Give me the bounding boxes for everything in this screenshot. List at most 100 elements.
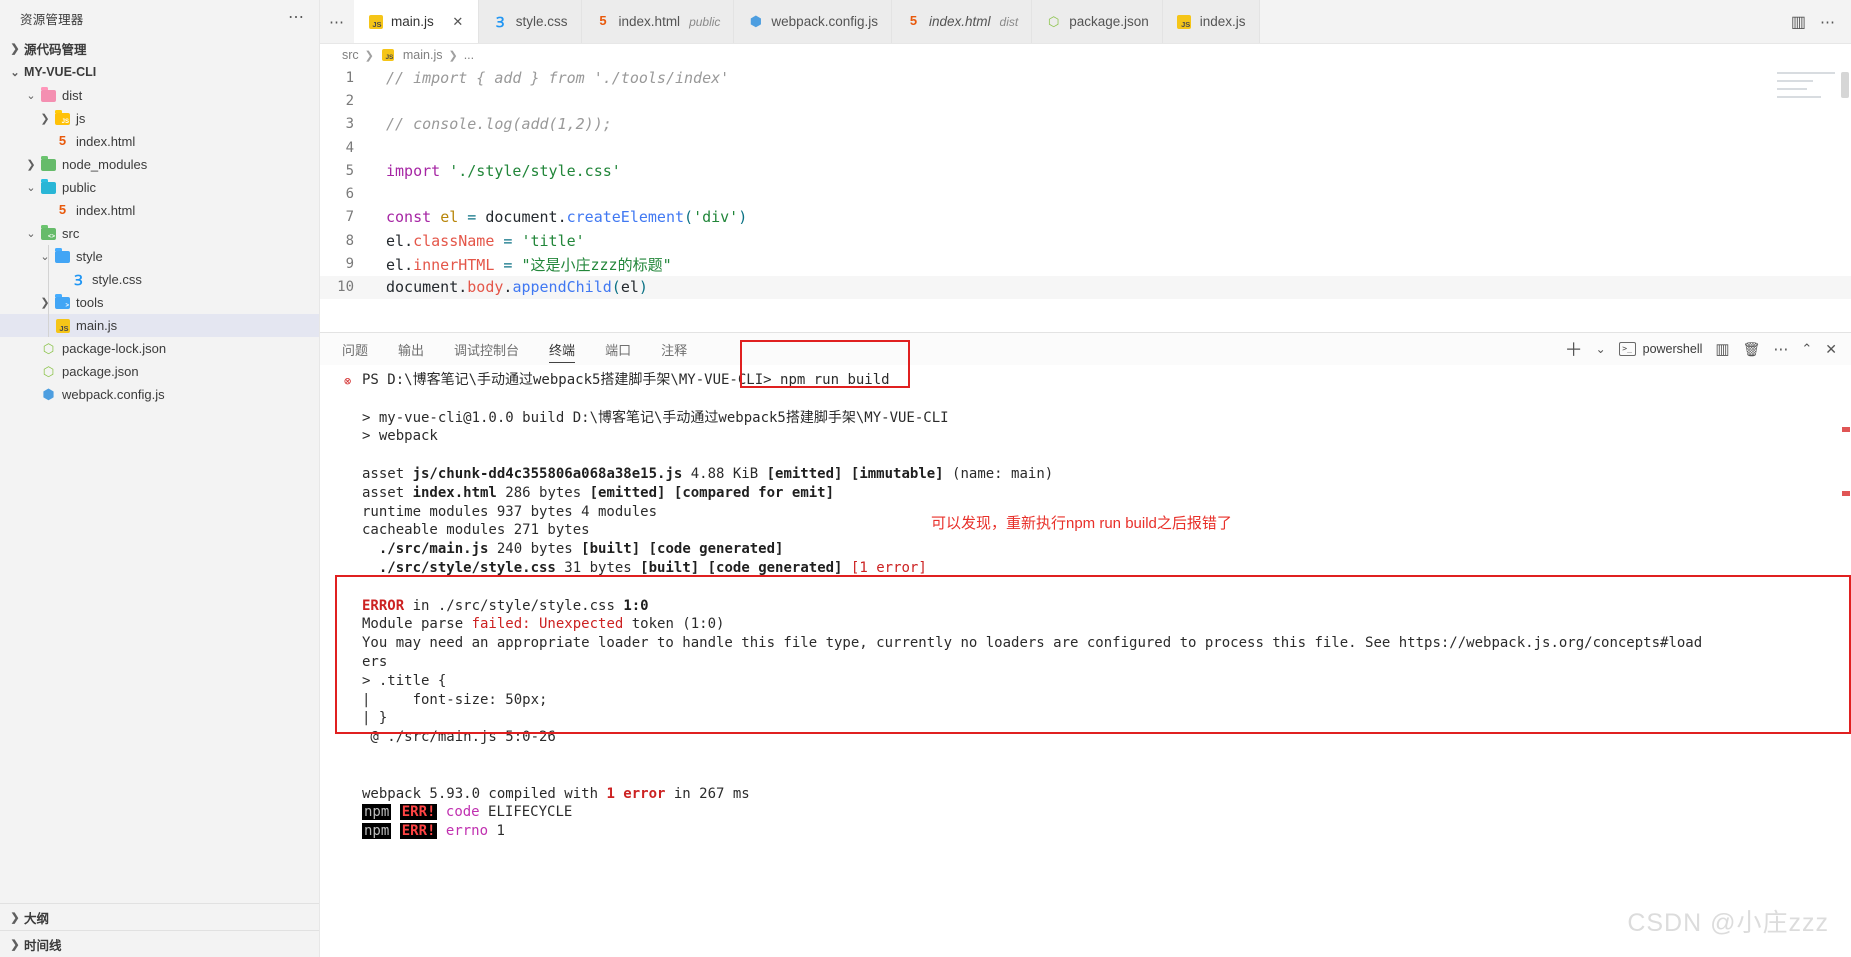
explorer-header: 资源管理器 ⋯	[0, 0, 319, 36]
ellipsis-icon[interactable]: ⋯	[1820, 13, 1835, 31]
chevron-down-icon[interactable]: ⌄	[36, 250, 54, 263]
code-line: 2	[320, 89, 1851, 112]
terminal-prompt: PS D:\博客笔记\手动通过webpack5搭建脚手架\MY-VUE-CLI>	[362, 372, 781, 388]
breadcrumb-item-file[interactable]: main.js	[403, 48, 443, 62]
tree-item-js[interactable]: ❯ JS js	[0, 107, 319, 130]
panel-tab-label: 调试控制台	[454, 342, 520, 358]
panel-tab-debug-console[interactable]: 调试控制台	[454, 333, 519, 365]
line-number: 6	[345, 186, 354, 203]
chevron-right-icon: ❯	[10, 938, 20, 951]
tree-item-public[interactable]: ⌄ public	[0, 176, 319, 199]
chevron-down-icon[interactable]: ⌄	[22, 89, 40, 102]
tree-item-package-lock-json[interactable]: ⬡ package-lock.json	[0, 337, 319, 360]
tabbar-overflow-icon[interactable]: ⋯	[320, 0, 354, 43]
chevron-right-icon[interactable]: ❯	[36, 296, 54, 309]
tree-item-package-json[interactable]: ⬡ package.json	[0, 360, 319, 383]
tab-main-js[interactable]: JS main.js ✕	[354, 0, 479, 43]
chevron-right-icon: ❯	[10, 42, 20, 55]
breadcrumb-item-symbol[interactable]: ...	[464, 48, 474, 62]
chevron-down-icon[interactable]: ⌄	[22, 181, 40, 194]
tree-item-label: dist	[62, 88, 83, 103]
terminal-icon: >_	[1618, 342, 1636, 356]
tree-item-label: public	[62, 180, 96, 195]
js-icon: JS	[1176, 14, 1193, 30]
tree-item-dist[interactable]: ⌄ dist	[0, 84, 319, 107]
sidebar-item-source-control[interactable]: ❯ 源代码管理	[0, 36, 319, 60]
explorer-sidebar: 资源管理器 ⋯ ❯ 源代码管理 ⌄ MY-VUE-CLI ⌄ dist ❯ JS…	[0, 0, 320, 957]
tab-package-json[interactable]: ⬡ package.json	[1032, 0, 1163, 43]
sidebar-item-outline[interactable]: ❯ 大纲	[0, 903, 319, 930]
terminal-command: npm run build	[780, 372, 890, 388]
tab-index-html-dist[interactable]: 5 index.html dist	[891, 0, 1033, 43]
chevron-down-icon[interactable]: ⌄	[1596, 342, 1606, 356]
ellipsis-icon[interactable]: ⋯	[1773, 340, 1788, 358]
tree-item-node-modules[interactable]: ❯ node_modules	[0, 153, 319, 176]
tree-item-label: style	[76, 249, 103, 264]
close-icon[interactable]: ✕	[1825, 341, 1837, 358]
chevron-right-icon[interactable]: ❯	[22, 158, 40, 171]
ellipsis-icon[interactable]: ⋯	[288, 10, 305, 26]
close-icon[interactable]: ✕	[451, 14, 465, 30]
panel-header: 问题 输出 调试控制台 终端 端口 注释 ＋ ⌄ >_ powershell ▥	[320, 333, 1851, 365]
breadcrumb-item-src[interactable]: src	[342, 48, 359, 62]
line-number: 4	[345, 139, 354, 156]
webpack-icon: ⬢	[749, 13, 763, 29]
node-icon: ⬡	[42, 341, 55, 356]
tree-item-dist-index-html[interactable]: 5 index.html	[0, 130, 319, 153]
minimap[interactable]	[1777, 72, 1839, 104]
tab-style-css[interactable]: Ɜ style.css	[478, 0, 582, 43]
tab-label: package.json	[1069, 14, 1149, 29]
terminal-line: You may need an appropriate loader to ha…	[362, 635, 1703, 652]
sidebar-item-project-root[interactable]: ⌄ MY-VUE-CLI	[0, 60, 319, 84]
code-line: 7 const el = document.createElement('div'…	[320, 206, 1851, 229]
webpack-icon: ⬢	[42, 386, 55, 402]
tab-index-js[interactable]: JS index.js	[1162, 0, 1260, 43]
node-icon: ⬡	[42, 364, 55, 379]
terminal-scrollbar[interactable]	[1841, 365, 1851, 957]
split-editor-icon[interactable]: ▥	[1791, 12, 1806, 32]
tree-item-webpack-config-js[interactable]: ⬢ webpack.config.js	[0, 383, 319, 406]
folder-tools-icon: >	[54, 295, 71, 311]
tree-item-label: index.html	[76, 134, 136, 149]
vscode-window: 资源管理器 ⋯ ❯ 源代码管理 ⌄ MY-VUE-CLI ⌄ dist ❯ JS…	[0, 0, 1851, 957]
line-number: 9	[345, 256, 354, 273]
tab-index-html-public[interactable]: 5 index.html public	[581, 0, 735, 43]
tree-item-label: package.json	[62, 364, 139, 379]
folder-js-icon: JS	[54, 111, 71, 127]
tree-item-label: style.css	[92, 272, 142, 287]
terminal-line: ./src/main.js 240 bytes [built] [code ge…	[362, 541, 784, 558]
panel-tab-comments[interactable]: 注释	[661, 333, 687, 365]
panel-tab-output[interactable]: 输出	[398, 333, 424, 365]
terminal-line: npm ERR! errno 1	[362, 823, 505, 840]
code-text: el.innerHTML = "这是小庄zzz的标题"	[386, 255, 672, 274]
panel-tab-ports[interactable]: 端口	[605, 333, 631, 365]
chevron-up-icon[interactable]: ⌃	[1801, 341, 1812, 357]
chevron-right-icon[interactable]: ❯	[36, 112, 54, 125]
tree-item-public-index-html[interactable]: 5 index.html	[0, 199, 319, 222]
folder-pink-icon	[40, 88, 57, 104]
css3-icon: Ɜ	[74, 271, 83, 288]
error-marker-icon: ⊗	[344, 374, 352, 388]
plus-icon[interactable]: ＋	[1565, 336, 1583, 362]
sidebar-item-timeline[interactable]: ❯ 时间线	[0, 930, 319, 957]
trash-icon[interactable]: 🗑	[1743, 341, 1761, 358]
code-editor[interactable]: 1 // import { add } from './tools/index' 2…	[320, 66, 1851, 332]
panel-tab-problems[interactable]: 问题	[342, 333, 368, 365]
tab-webpack-config-js[interactable]: ⬢ webpack.config.js	[734, 0, 892, 43]
tree-item-src[interactable]: ⌄ <> src	[0, 222, 319, 245]
split-terminal-icon[interactable]: ▥	[1715, 340, 1729, 358]
tree-item-tools[interactable]: ❯ > tools	[0, 291, 319, 314]
tree-item-style-css[interactable]: Ɜ style.css	[0, 268, 319, 291]
terminal-output[interactable]: ⊗ PS D:\博客笔记\手动通过webpack5搭建脚手架\MY-VUE-CL…	[320, 365, 1851, 957]
terminal-profile[interactable]: >_ powershell	[1618, 342, 1702, 356]
chevron-down-icon: ⌄	[10, 66, 20, 79]
panel-tab-terminal[interactable]: 终端	[549, 333, 576, 365]
code-line: 1 // import { add } from './tools/index'	[320, 66, 1851, 89]
tree-item-main-js[interactable]: JS main.js	[0, 314, 319, 337]
editor-scrollbar[interactable]	[1841, 72, 1849, 98]
chevron-down-icon[interactable]: ⌄	[22, 227, 40, 240]
line-number: 2	[345, 92, 354, 109]
tree-item-style[interactable]: ⌄ style	[0, 245, 319, 268]
file-tree: ⌄ dist ❯ JS js 5 index.html ❯ node_modul…	[0, 84, 319, 406]
